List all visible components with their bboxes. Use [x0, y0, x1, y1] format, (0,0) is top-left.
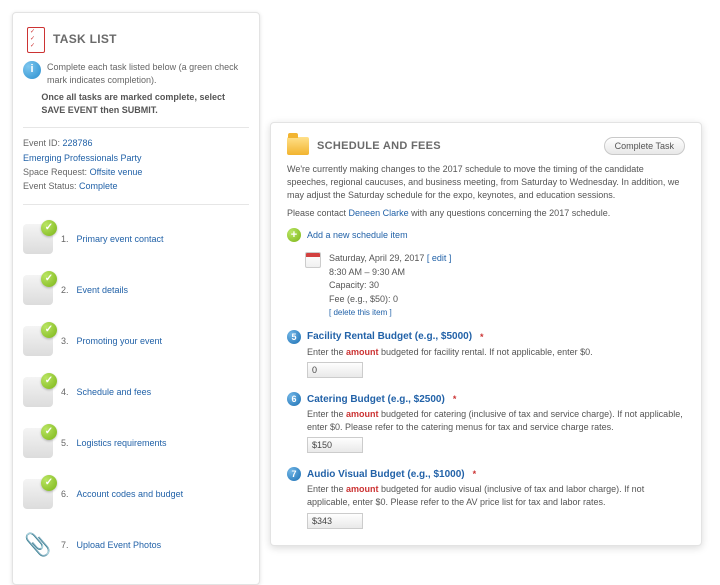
question-audio-visual: 7 Audio Visual Budget (e.g., $1000) * En… [287, 467, 685, 528]
task-list-panel: TASK LIST i Complete each task listed be… [12, 12, 260, 585]
schedule-fees-panel: SCHEDULE AND FEES Complete Task We're cu… [270, 122, 702, 546]
task-link[interactable]: Logistics requirements [77, 438, 167, 448]
question-description: Enter the amount budgeted for facility r… [307, 346, 685, 359]
divider [23, 127, 249, 128]
question-description: Enter the amount budgeted for audio visu… [307, 483, 685, 508]
catering-budget-input[interactable] [307, 437, 363, 453]
task-note-2: Once all tasks are marked complete, sele… [23, 91, 249, 117]
event-id-link[interactable]: 228786 [63, 138, 93, 148]
facility-budget-input[interactable] [307, 362, 363, 378]
schedule-title: SCHEDULE AND FEES [317, 140, 441, 152]
av-budget-input[interactable] [307, 513, 363, 529]
schedule-contact: Please contact Deneen Clarke with any qu… [287, 208, 685, 218]
schedule-intro: We're currently making changes to the 20… [287, 163, 685, 202]
task-note-1: i Complete each task listed below (a gre… [23, 61, 249, 87]
schedule-edit-link[interactable]: [ edit ] [427, 253, 452, 263]
task-icon [23, 224, 53, 254]
task-item-event-details[interactable]: 2. Event details [23, 264, 249, 315]
task-item-promoting[interactable]: 3. Promoting your event [23, 315, 249, 366]
question-facility-rental: 5 Facility Rental Budget (e.g., $5000) *… [287, 330, 685, 379]
task-link[interactable]: Account codes and budget [77, 489, 184, 499]
question-number-badge: 5 [287, 330, 301, 344]
task-link[interactable]: Primary event contact [77, 234, 164, 244]
required-star: * [473, 469, 477, 479]
schedule-fee: Fee (e.g., $50): 0 [329, 293, 451, 307]
task-icon [23, 479, 53, 509]
question-title: Catering Budget (e.g., $2500) [307, 394, 445, 405]
schedule-time: 8:30 AM – 9:30 AM [329, 266, 451, 280]
event-meta: Event ID: 228786 Emerging Professionals … [23, 136, 249, 194]
space-request-link[interactable]: Offsite venue [90, 167, 143, 177]
task-icon [23, 326, 53, 356]
task-item-account-codes[interactable]: 6. Account codes and budget [23, 468, 249, 519]
task-link[interactable]: Upload Event Photos [77, 540, 162, 550]
question-description: Enter the amount budgeted for catering (… [307, 408, 685, 433]
event-name-link[interactable]: Emerging Professionals Party [23, 153, 142, 163]
info-icon: i [23, 61, 41, 79]
task-link[interactable]: Event details [77, 285, 129, 295]
task-icon [23, 377, 53, 407]
schedule-delete-link[interactable]: [ delete this item ] [329, 308, 392, 317]
event-status-link[interactable]: Complete [79, 181, 118, 191]
divider [23, 204, 249, 205]
contact-name-link[interactable]: Deneen Clarke [349, 208, 409, 218]
checklist-icon [23, 25, 45, 53]
task-item-upload-photos[interactable]: 📎 7. Upload Event Photos [23, 519, 249, 570]
question-number-badge: 7 [287, 467, 301, 481]
schedule-date: Saturday, April 29, 2017 [329, 253, 424, 263]
question-title: Facility Rental Budget (e.g., $5000) [307, 331, 472, 342]
schedule-item: Saturday, April 29, 2017 [ edit ] 8:30 A… [305, 252, 685, 320]
task-item-primary-contact[interactable]: 1. Primary event contact [23, 213, 249, 264]
task-icon [23, 275, 53, 305]
folder-icon [287, 137, 309, 155]
add-schedule-item-row: + Add a new schedule item [287, 228, 685, 242]
task-item-logistics[interactable]: 5. Logistics requirements [23, 417, 249, 468]
complete-task-button[interactable]: Complete Task [604, 137, 685, 155]
question-catering: 6 Catering Budget (e.g., $2500) * Enter … [287, 392, 685, 453]
question-number-badge: 6 [287, 392, 301, 406]
task-list-header: TASK LIST [23, 25, 249, 53]
schedule-header: SCHEDULE AND FEES Complete Task [287, 137, 685, 155]
task-list-title: TASK LIST [53, 32, 117, 46]
add-schedule-item-link[interactable]: Add a new schedule item [307, 230, 408, 240]
required-star: * [480, 332, 484, 342]
question-title: Audio Visual Budget (e.g., $1000) [307, 469, 465, 480]
required-star: * [453, 394, 457, 404]
paperclip-icon: 📎 [23, 530, 53, 560]
task-icon [23, 428, 53, 458]
calendar-icon [305, 252, 321, 268]
schedule-capacity: Capacity: 30 [329, 279, 451, 293]
add-icon[interactable]: + [287, 228, 301, 242]
task-item-schedule-fees[interactable]: 4. Schedule and fees [23, 366, 249, 417]
task-link[interactable]: Schedule and fees [77, 387, 152, 397]
task-link[interactable]: Promoting your event [77, 336, 163, 346]
